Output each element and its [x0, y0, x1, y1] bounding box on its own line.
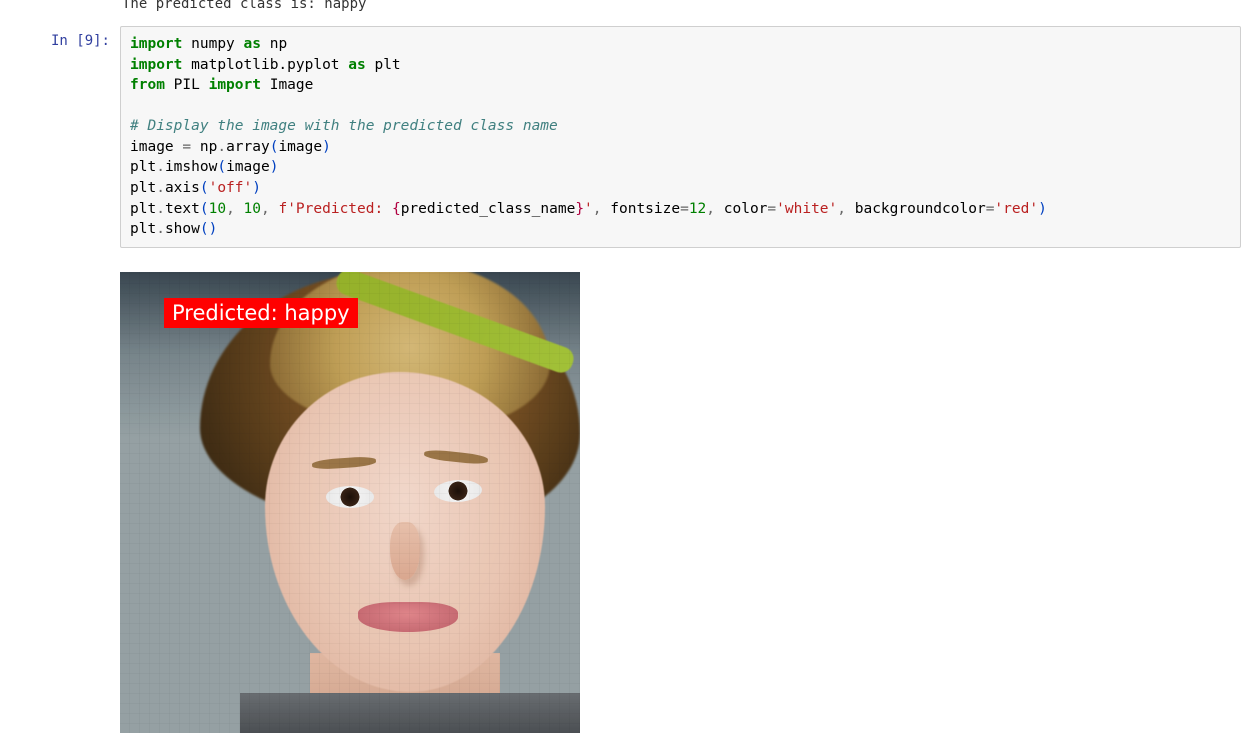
fstr-suffix: ' [584, 201, 593, 217]
num-12: 12 [689, 201, 706, 217]
plt: plt [130, 159, 156, 175]
mod-numpy: numpy [191, 36, 235, 52]
output-row: Predicted: happy [10, 256, 1241, 733]
predicted-label: Predicted: happy [164, 298, 358, 328]
alias-np: np [270, 36, 287, 52]
kw-import: import [209, 77, 261, 93]
kw-color: color [724, 201, 768, 217]
mod-mpl: matplotlib.pyplot [191, 57, 339, 73]
code-input-area[interactable]: import numpy as np import matplotlib.pyp… [120, 26, 1241, 248]
paren-open: ( [200, 201, 209, 217]
kw-import: import [130, 36, 182, 52]
notebook: The predicted class is: happy In [9]: im… [0, 0, 1251, 733]
str-off: 'off' [209, 180, 253, 196]
nose-layer [390, 522, 420, 580]
num-10a: 10 [209, 201, 226, 217]
paren-open: ( [200, 221, 209, 237]
kw-import: import [130, 57, 182, 73]
prev-output-row: The predicted class is: happy [10, 0, 1241, 18]
np: np [191, 139, 217, 155]
fn-show: show [165, 221, 200, 237]
fn-imshow: imshow [165, 159, 217, 175]
op-eq: = [767, 201, 776, 217]
plt: plt [130, 180, 156, 196]
dot: . [156, 201, 165, 217]
paren-open: ( [217, 159, 226, 175]
op-eq: = [182, 139, 191, 155]
str-red: 'red' [994, 201, 1038, 217]
shirt-layer [240, 693, 580, 733]
kw-as: as [244, 36, 261, 52]
str-white: 'white' [776, 201, 837, 217]
dot: . [217, 139, 226, 155]
var-image: image [130, 139, 174, 155]
code-cell-row: In [9]: import numpy as np import matplo… [10, 26, 1241, 248]
prev-output-content: The predicted class is: happy [120, 0, 1241, 18]
comma: , [593, 201, 602, 217]
fn-axis: axis [165, 180, 200, 196]
dot: . [156, 221, 165, 237]
plt: plt [130, 201, 156, 217]
dot: . [156, 159, 165, 175]
comma: , [837, 201, 846, 217]
num-10b: 10 [244, 201, 261, 217]
arg-image: image [226, 159, 270, 175]
code-content: import numpy as np import matplotlib.pyp… [120, 26, 1241, 248]
kw-as: as [348, 57, 365, 73]
comma: , [226, 201, 235, 217]
mouth-layer [358, 602, 458, 632]
paren-close: ) [270, 159, 279, 175]
prev-output-text: The predicted class is: happy [120, 0, 1241, 18]
image-placeholder [120, 272, 580, 733]
si-open: { [392, 201, 401, 217]
paren-close: ) [209, 221, 218, 237]
input-prompt: In [9]: [10, 26, 120, 49]
cls-image: Image [270, 77, 314, 93]
op-eq: = [680, 201, 689, 217]
comment: # Display the image with the predicted c… [130, 118, 558, 134]
kw-from: from [130, 77, 165, 93]
plt: plt [130, 221, 156, 237]
fn-text: text [165, 201, 200, 217]
prompt-empty [10, 0, 120, 7]
fn-array: array [226, 139, 270, 155]
var-pcn: predicted_class_name [401, 201, 576, 217]
output-content: Predicted: happy [120, 256, 1241, 733]
paren-close: ) [1038, 201, 1047, 217]
comma: , [706, 201, 715, 217]
output-prompt-empty [10, 256, 120, 263]
paren-close: ) [252, 180, 261, 196]
eye-left [326, 486, 374, 508]
mod-pil: PIL [174, 77, 200, 93]
alias-plt: plt [374, 57, 400, 73]
kw-bgcolor: backgroundcolor [855, 201, 986, 217]
paren-close: ) [322, 139, 331, 155]
comma: , [261, 201, 270, 217]
dot: . [156, 180, 165, 196]
paren-open: ( [200, 180, 209, 196]
output-image: Predicted: happy [120, 272, 580, 733]
arg-image: image [278, 139, 322, 155]
kw-fontsize: fontsize [610, 201, 680, 217]
si-close: } [575, 201, 584, 217]
fstr-prefix: f'Predicted: [278, 201, 392, 217]
